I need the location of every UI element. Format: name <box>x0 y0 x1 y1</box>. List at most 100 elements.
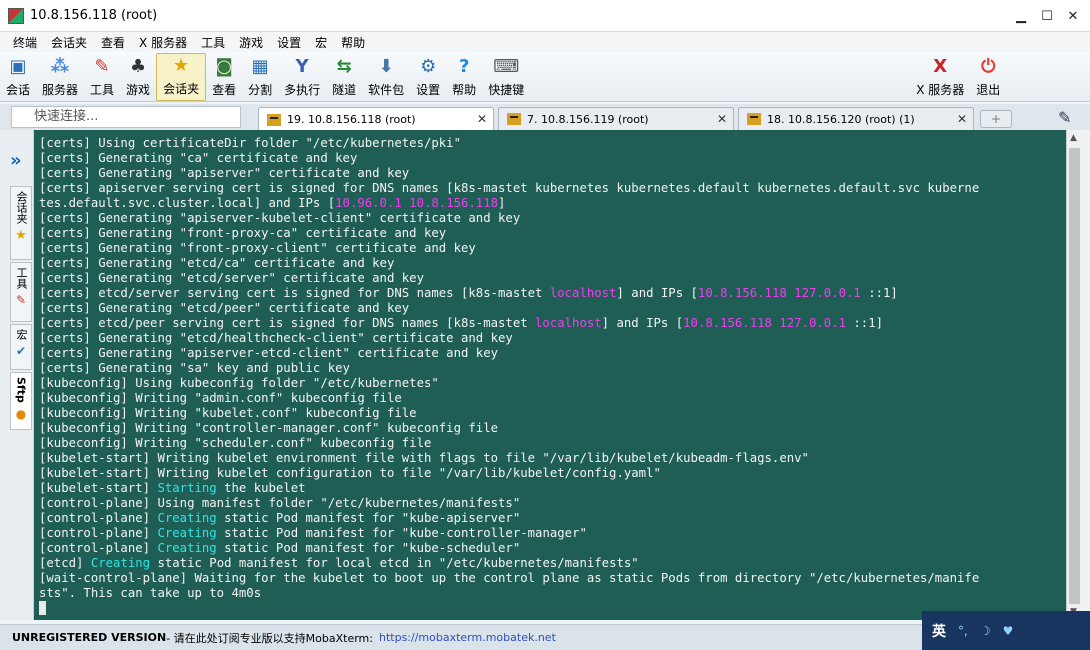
menu-item[interactable]: 帮助 <box>334 34 372 51</box>
side-tab-tools[interactable]: 工具 ✎ <box>10 262 32 322</box>
scroll-up-icon[interactable]: ▲ <box>1070 133 1077 143</box>
terminal-line: [certs] Generating "sa" key and public k… <box>39 361 350 375</box>
terminal-line: [control-plane] Creating static Pod mani… <box>39 541 521 555</box>
toolbar-label: 快捷键 <box>488 83 525 97</box>
terminal-cursor <box>39 601 46 615</box>
toolbar-label: 设置 <box>416 83 441 97</box>
side-tab-label: 工具 <box>15 267 28 289</box>
view-icon: ◙ <box>215 55 233 77</box>
tab-session-7[interactable]: 7. 10.8.156.119 (root) ✕ <box>498 107 734 130</box>
toolbar-settings-gear-button[interactable]: ⚙ 设置 <box>410 53 446 101</box>
menu-item[interactable]: 查看 <box>94 34 132 51</box>
toolbar-view-button[interactable]: ◙ 查看 <box>206 53 242 101</box>
menu-item[interactable]: 终端 <box>6 34 44 51</box>
ime-moon-icon: ☽ <box>979 623 991 638</box>
quick-connect-input[interactable]: 快速连接... <box>11 106 241 128</box>
ime-punctuation-icon: °, <box>958 623 968 638</box>
menu-item[interactable]: 工具 <box>194 34 232 51</box>
terminal-line: [certs] Generating "apiserver-kubelet-cl… <box>39 211 521 225</box>
terminal-line: [certs] Generating "etcd/peer" certifica… <box>39 301 410 315</box>
ime-language-label: 英 <box>932 623 946 640</box>
new-tab-button[interactable]: + <box>980 110 1012 128</box>
tab-label: 18. 10.8.156.120 (root) (1) <box>767 112 915 126</box>
scrollbar-thumb[interactable] <box>1069 148 1080 604</box>
games-icon: ♣ <box>129 55 147 77</box>
close-button[interactable]: ✕ <box>1062 6 1084 26</box>
terminal-line: [kubeconfig] Writing "kubelet.conf" kube… <box>39 406 417 420</box>
side-tab-sessions[interactable]: 会话夹 ★ <box>10 186 32 260</box>
toolbar-multi-exec-button[interactable]: Y 多执行 <box>278 53 326 101</box>
side-tab-sftp[interactable]: Sftp ● <box>10 372 32 430</box>
tab-session-18[interactable]: 18. 10.8.156.120 (root) (1) ✕ <box>738 107 974 130</box>
menu-item[interactable]: 游戏 <box>232 34 270 51</box>
toolbar-split-button[interactable]: ▦ 分割 <box>242 53 278 101</box>
side-tab-label: Sftp <box>14 377 28 403</box>
close-tab-icon[interactable]: ✕ <box>477 112 487 126</box>
terminal-tab-icon <box>507 113 521 125</box>
toolbar-servers-dots-button[interactable]: ⁂ 服务器 <box>36 53 84 101</box>
terminal-line: [certs] Using certificateDir folder "/et… <box>39 136 461 150</box>
terminal-prompt-line[interactable] <box>39 601 1066 616</box>
ime-indicator[interactable]: 英 °, ☽ ♥ <box>922 611 1090 650</box>
toolbar-tunnel-button[interactable]: ⇆ 隧道 <box>326 53 362 101</box>
main-toolbar: ▣ 会话 ⁂ 服务器 ✎ 工具 ♣ 游戏 ★ 会话夹 ◙ 查看 ▦ 分割 Y 多执行 ⇆ 隧道 ⬇ 软件包 ⚙ 设置? 帮助… <box>0 52 1090 102</box>
toolbar-keyboard-button[interactable]: ⌨ 快捷键 <box>482 53 530 101</box>
toolbar-packages-button[interactable]: ⬇ 软件包 <box>362 53 410 101</box>
toolbar-games-button[interactable]: ♣ 游戏 <box>120 53 156 101</box>
close-tab-icon[interactable]: ✕ <box>717 112 727 126</box>
multi-exec-icon: Y <box>295 55 309 77</box>
toolbar-label: 游戏 <box>126 83 151 97</box>
toolbar-x-server-button[interactable]: X X 服务器 <box>910 53 970 101</box>
side-panel: » 会话夹 ★ 工具 ✎ 宏 ✔ Sftp ● <box>0 130 34 620</box>
maximize-button[interactable]: ☐ <box>1036 6 1058 26</box>
terminal-scrollbar[interactable]: ▲ ▼ <box>1066 130 1082 620</box>
toolbar-power-button[interactable]: ⏻ 退出 <box>970 53 1006 101</box>
x-server-icon: X <box>933 55 948 77</box>
terminal-line: [certs] Generating "front-proxy-client" … <box>39 241 476 255</box>
terminal-tab-icon <box>267 113 281 126</box>
terminal-line: [control-plane] Creating static Pod mani… <box>39 526 587 540</box>
version-label: UNREGISTERED VERSION <box>12 631 167 644</box>
mobatek-link[interactable]: https://mobaxterm.mobatek.net <box>379 631 556 644</box>
terminal-line: [certs] Generating "etcd/healthcheck-cli… <box>39 331 513 345</box>
tab-session-19[interactable]: 19. 10.8.156.118 (root) ✕ <box>258 107 494 131</box>
status-message: - 请在此处订阅专业版以支持MobaXterm: <box>166 631 373 645</box>
menu-bar: 终端 会话夹 查看 X 服务器 工具 游戏 设置 宏 帮助 <box>0 32 1090 52</box>
terminal-line: [kubeconfig] Writing "controller-manager… <box>39 421 499 435</box>
toolbar-monitor-session-button[interactable]: ▣ 会话 <box>0 53 36 101</box>
menu-item[interactable]: 会话夹 <box>44 34 94 51</box>
toolbar-label: 分割 <box>248 83 273 97</box>
minimize-button[interactable]: ▁ <box>1010 6 1032 26</box>
terminal-line: [certs] Generating "apiserver" certifica… <box>39 166 410 180</box>
terminal-line: [wait-control-plane] Waiting for the kub… <box>39 571 980 585</box>
paperclip-icon[interactable]: ✎ <box>1058 108 1071 127</box>
toolbar-label: 帮助 <box>452 83 477 97</box>
terminal-line: [certs] Generating "etcd/server" certifi… <box>39 271 424 285</box>
macro-icon: ✔ <box>15 344 27 358</box>
tab-label: 19. 10.8.156.118 (root) <box>287 113 416 126</box>
keyboard-icon: ⌨ <box>493 55 520 77</box>
terminal-tab-icon <box>747 113 761 125</box>
terminal-line: [certs] etcd/peer serving cert is signed… <box>39 316 884 330</box>
terminal-line: [control-plane] Creating static Pod mani… <box>39 511 521 525</box>
window-title: 10.8.156.118 (root) <box>30 8 158 23</box>
side-tab-macros[interactable]: 宏 ✔ <box>10 324 32 370</box>
terminal-line: [certs] etcd/server serving cert is sign… <box>39 286 898 300</box>
menu-item[interactable]: 设置 <box>270 34 308 51</box>
split-icon: ▦ <box>251 55 269 77</box>
toolbar-label: 会话夹 <box>163 82 200 96</box>
close-tab-icon[interactable]: ✕ <box>957 112 967 126</box>
toolbar-star-button[interactable]: ★ 会话夹 <box>156 53 207 101</box>
expand-panel-icon[interactable]: » <box>10 150 22 171</box>
terminal-line: [kubelet-start] Writing kubelet environm… <box>39 451 809 465</box>
sftp-icon: ● <box>15 406 27 421</box>
menu-item[interactable]: 宏 <box>308 34 334 51</box>
terminal-output[interactable]: [certs] Using certificateDir folder "/et… <box>34 130 1066 620</box>
tab-label: 7. 10.8.156.119 (root) <box>527 112 649 126</box>
toolbar-help-button[interactable]: ? 帮助 <box>446 53 482 101</box>
menu-item[interactable]: X 服务器 <box>132 34 194 51</box>
terminal-line: tes.default.svc.cluster.local] and IPs [… <box>39 196 506 210</box>
toolbar-tools-button[interactable]: ✎ 工具 <box>84 53 120 101</box>
servers-dots-icon: ⁂ <box>50 55 70 77</box>
toolbar-label: 工具 <box>90 83 115 97</box>
